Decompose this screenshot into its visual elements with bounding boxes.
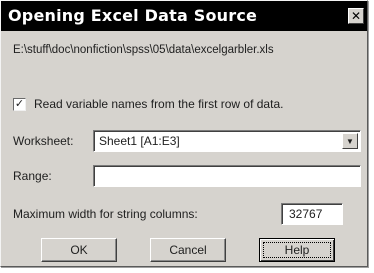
range-input[interactable] — [93, 165, 361, 187]
ok-button[interactable]: OK — [41, 238, 117, 262]
dropdown-arrow-button[interactable]: ▼ — [342, 133, 358, 149]
chevron-down-icon: ▼ — [346, 137, 354, 146]
close-button[interactable]: ✕ — [348, 8, 364, 24]
worksheet-label: Worksheet: — [13, 134, 74, 148]
help-button[interactable]: Help — [259, 238, 335, 262]
worksheet-select[interactable]: Sheet1 [A1:E3] ▼ — [93, 130, 361, 152]
read-variable-names-checkbox[interactable]: ✓ — [13, 97, 26, 111]
excel-data-source-dialog: Opening Excel Data Source ✕ E:\stuff\doc… — [0, 0, 368, 267]
worksheet-value: Sheet1 [A1:E3] — [99, 134, 180, 148]
cancel-button[interactable]: Cancel — [150, 238, 226, 262]
file-path: E:\stuff\doc\nonfiction\spss\05\data\exc… — [13, 44, 274, 56]
title-bar: Opening Excel Data Source ✕ — [1, 1, 367, 31]
focus-rectangle — [263, 242, 331, 258]
max-width-input[interactable]: 32767 — [281, 203, 343, 225]
max-width-label: Maximum width for string columns: — [13, 207, 198, 221]
max-width-value: 32767 — [289, 207, 323, 221]
read-variable-names-label: Read variable names from the first row o… — [34, 97, 284, 111]
dialog-title: Opening Excel Data Source — [8, 6, 258, 25]
check-mark-icon: ✓ — [14, 97, 25, 110]
range-label: Range: — [13, 169, 52, 183]
close-icon: ✕ — [350, 9, 362, 23]
read-variable-names-row[interactable]: ✓ Read variable names from the first row… — [13, 97, 283, 111]
